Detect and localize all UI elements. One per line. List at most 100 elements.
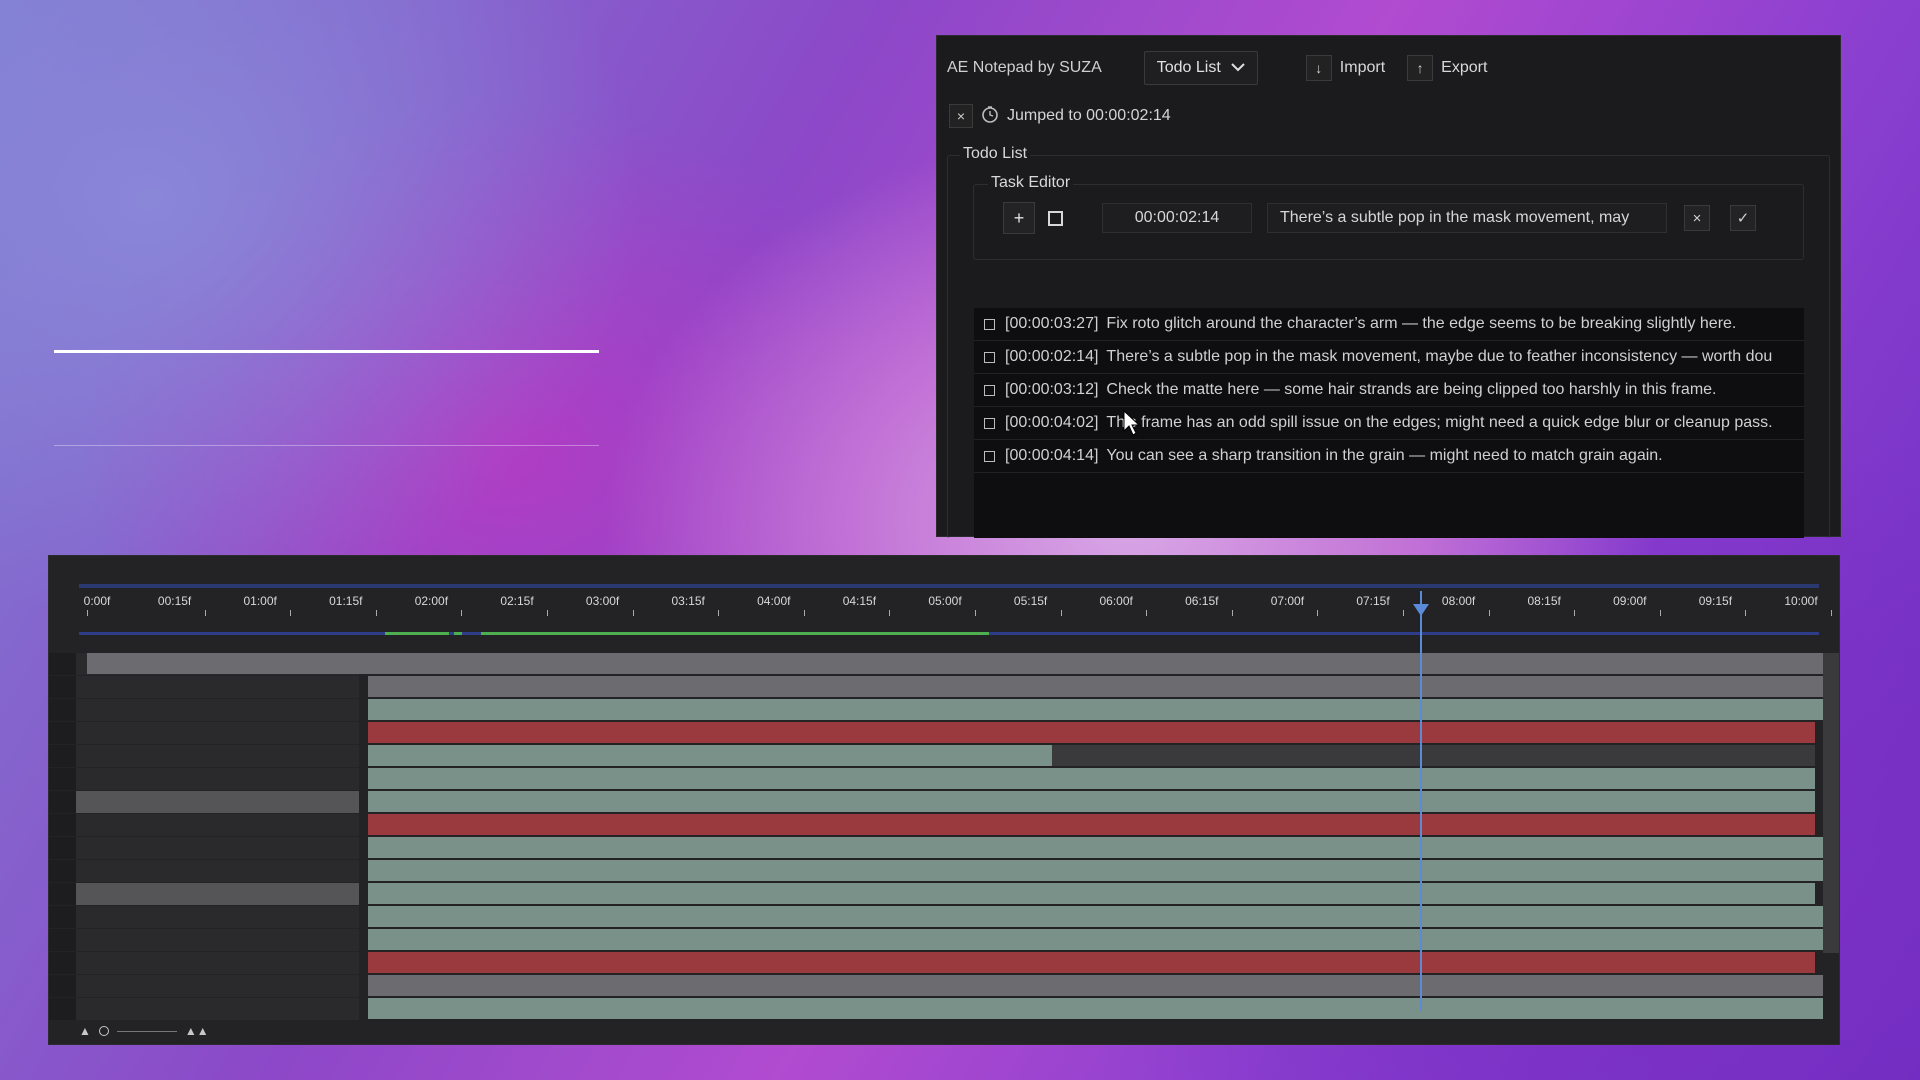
task-text: There’s a subtle pop in the mask movemen… bbox=[1106, 348, 1773, 365]
layer-bar[interactable] bbox=[368, 929, 1823, 950]
layer-switches bbox=[49, 998, 77, 1020]
layer-track[interactable] bbox=[49, 952, 1823, 974]
layer-bar[interactable] bbox=[368, 814, 1815, 835]
ruler-tick-label: 04:00f bbox=[757, 594, 791, 608]
layer-bar[interactable] bbox=[368, 952, 1815, 973]
task-checkbox[interactable] bbox=[984, 417, 995, 429]
layer-track[interactable] bbox=[49, 745, 1823, 767]
layer-bar[interactable] bbox=[368, 676, 1823, 697]
notepad-panel: AE Notepad by SUZA Todo List ↓ Import ↑ … bbox=[936, 35, 1841, 538]
vertical-scrollbar[interactable] bbox=[1823, 653, 1839, 953]
task-checkbox[interactable] bbox=[984, 318, 995, 330]
layer-track[interactable] bbox=[49, 837, 1823, 859]
chevron-down-icon bbox=[1231, 59, 1245, 77]
layer-bar[interactable] bbox=[368, 883, 1815, 904]
timeline-panel: 0:00f 00:15f 01:00f 01:15f 02:00f 02:15f 03:00… bbox=[48, 555, 1840, 1045]
layer-track[interactable] bbox=[49, 653, 1823, 675]
app-title: AE Notepad by SUZA bbox=[947, 59, 1102, 76]
layer-bar[interactable] bbox=[368, 745, 1052, 766]
task-done-checkbox[interactable] bbox=[1048, 210, 1063, 226]
layer-bar[interactable] bbox=[368, 768, 1815, 789]
layer-bar[interactable] bbox=[368, 975, 1823, 996]
layer-track[interactable] bbox=[49, 906, 1823, 928]
task-row[interactable]: [00:00:04:14] You can see a sharp transi… bbox=[974, 440, 1804, 473]
layer-bar[interactable] bbox=[368, 998, 1823, 1019]
zoom-control: ▲ ▲▲ bbox=[79, 1024, 209, 1038]
layer-bar[interactable] bbox=[368, 906, 1823, 927]
ruler-tick-label: 08:15f bbox=[1527, 594, 1561, 608]
layer-empty-area bbox=[76, 814, 359, 836]
task-editor-row: + 00:00:02:14 There’s a subtle pop in th… bbox=[1003, 202, 1756, 234]
status-text: Jumped to 00:00:02:14 bbox=[1007, 107, 1171, 124]
ruler-tick-label: 04:15f bbox=[842, 594, 877, 608]
mode-dropdown[interactable]: Todo List bbox=[1143, 51, 1258, 85]
status-bar: × Jumped to 00:00:02:14 bbox=[949, 104, 1171, 128]
task-row[interactable]: [00:00:03:12] Check the matte here — som… bbox=[974, 374, 1804, 407]
task-time[interactable]: [00:00:04:02] bbox=[1005, 414, 1098, 432]
zoom-slider-knob[interactable] bbox=[98, 1026, 109, 1036]
task-time[interactable]: [00:00:03:27] bbox=[1005, 315, 1098, 333]
zoom-slider[interactable] bbox=[116, 1030, 177, 1032]
layer-switches bbox=[49, 860, 77, 882]
confirm-edit-button[interactable]: ✓ bbox=[1730, 205, 1756, 231]
ruler-tick bbox=[889, 610, 891, 616]
layer-empty-area bbox=[76, 791, 359, 813]
layer-empty-area bbox=[76, 676, 359, 698]
layer-bar[interactable] bbox=[368, 860, 1823, 881]
task-list: [00:00:03:27] Fix roto glitch around the… bbox=[974, 308, 1804, 538]
task-time[interactable]: [00:00:04:14] bbox=[1005, 447, 1098, 465]
task-time[interactable]: [00:00:03:12] bbox=[1005, 381, 1098, 399]
task-text-field[interactable]: There’s a subtle pop in the mask movemen… bbox=[1267, 203, 1667, 233]
layer-bar[interactable] bbox=[368, 837, 1823, 858]
add-task-button[interactable]: + bbox=[1003, 202, 1035, 234]
task-checkbox[interactable] bbox=[984, 450, 995, 462]
cancel-edit-button[interactable]: × bbox=[1684, 205, 1710, 231]
layer-track[interactable] bbox=[49, 883, 1823, 905]
task-row[interactable]: [00:00:03:27] Fix roto glitch around the… bbox=[974, 308, 1804, 341]
zoom-out-icon[interactable]: ▲ bbox=[79, 1024, 91, 1038]
task-text: This frame has an odd spill issue on the… bbox=[1106, 414, 1773, 431]
ruler-tick bbox=[290, 610, 292, 616]
zoom-in-icon[interactable]: ▲▲ bbox=[185, 1024, 209, 1038]
layer-track[interactable] bbox=[49, 676, 1823, 698]
task-row[interactable]: [00:00:04:02] This frame has an odd spil… bbox=[974, 407, 1804, 440]
layer-track[interactable] bbox=[49, 929, 1823, 951]
layer-track[interactable] bbox=[49, 699, 1823, 721]
time-ruler[interactable]: 0:00f 00:15f 01:00f 01:15f 02:00f 02:15f 03:00… bbox=[49, 586, 1841, 616]
layer-track[interactable] bbox=[49, 998, 1823, 1020]
ruler-tick-label: 01:00f bbox=[243, 594, 277, 608]
layer-track[interactable] bbox=[49, 722, 1823, 744]
task-row[interactable]: [00:00:02:14] There’s a subtle pop in th… bbox=[974, 341, 1804, 374]
export-button[interactable]: ↑ Export bbox=[1407, 55, 1487, 81]
layer-track[interactable] bbox=[49, 860, 1823, 882]
layer-bar[interactable] bbox=[87, 653, 1823, 674]
task-checkbox[interactable] bbox=[984, 384, 995, 396]
task-time-field[interactable]: 00:00:02:14 bbox=[1102, 203, 1252, 233]
layer-bar[interactable] bbox=[368, 791, 1815, 812]
layer-empty-area bbox=[76, 883, 359, 905]
layer-track[interactable] bbox=[49, 768, 1823, 790]
ruler-tick bbox=[1317, 610, 1319, 616]
layer-empty-area bbox=[76, 998, 359, 1020]
task-time[interactable]: [00:00:02:14] bbox=[1005, 348, 1098, 366]
layer-switches bbox=[49, 837, 77, 859]
ruler-tick bbox=[1659, 610, 1661, 616]
playhead-line[interactable] bbox=[1420, 591, 1422, 1011]
playhead-marker[interactable] bbox=[1413, 604, 1429, 616]
ruler-tick-label: 02:15f bbox=[500, 594, 534, 608]
layer-track[interactable] bbox=[49, 791, 1823, 813]
close-icon[interactable]: × bbox=[949, 104, 973, 128]
layer-switches bbox=[49, 791, 77, 813]
layer-bar[interactable] bbox=[368, 722, 1815, 743]
layer-switches bbox=[49, 745, 77, 767]
ruler-tick-label: 01:15f bbox=[329, 594, 363, 608]
import-button[interactable]: ↓ Import bbox=[1305, 55, 1385, 81]
layer-track[interactable] bbox=[49, 814, 1823, 836]
wallpaper-line-faint bbox=[54, 445, 599, 446]
layer-track[interactable] bbox=[49, 975, 1823, 997]
task-checkbox[interactable] bbox=[984, 351, 995, 363]
ruler-tick-label: 07:15f bbox=[1356, 594, 1390, 608]
layer-bar[interactable] bbox=[368, 699, 1823, 720]
layer-empty-area bbox=[76, 745, 359, 767]
mode-dropdown-value: Todo List bbox=[1156, 59, 1221, 76]
